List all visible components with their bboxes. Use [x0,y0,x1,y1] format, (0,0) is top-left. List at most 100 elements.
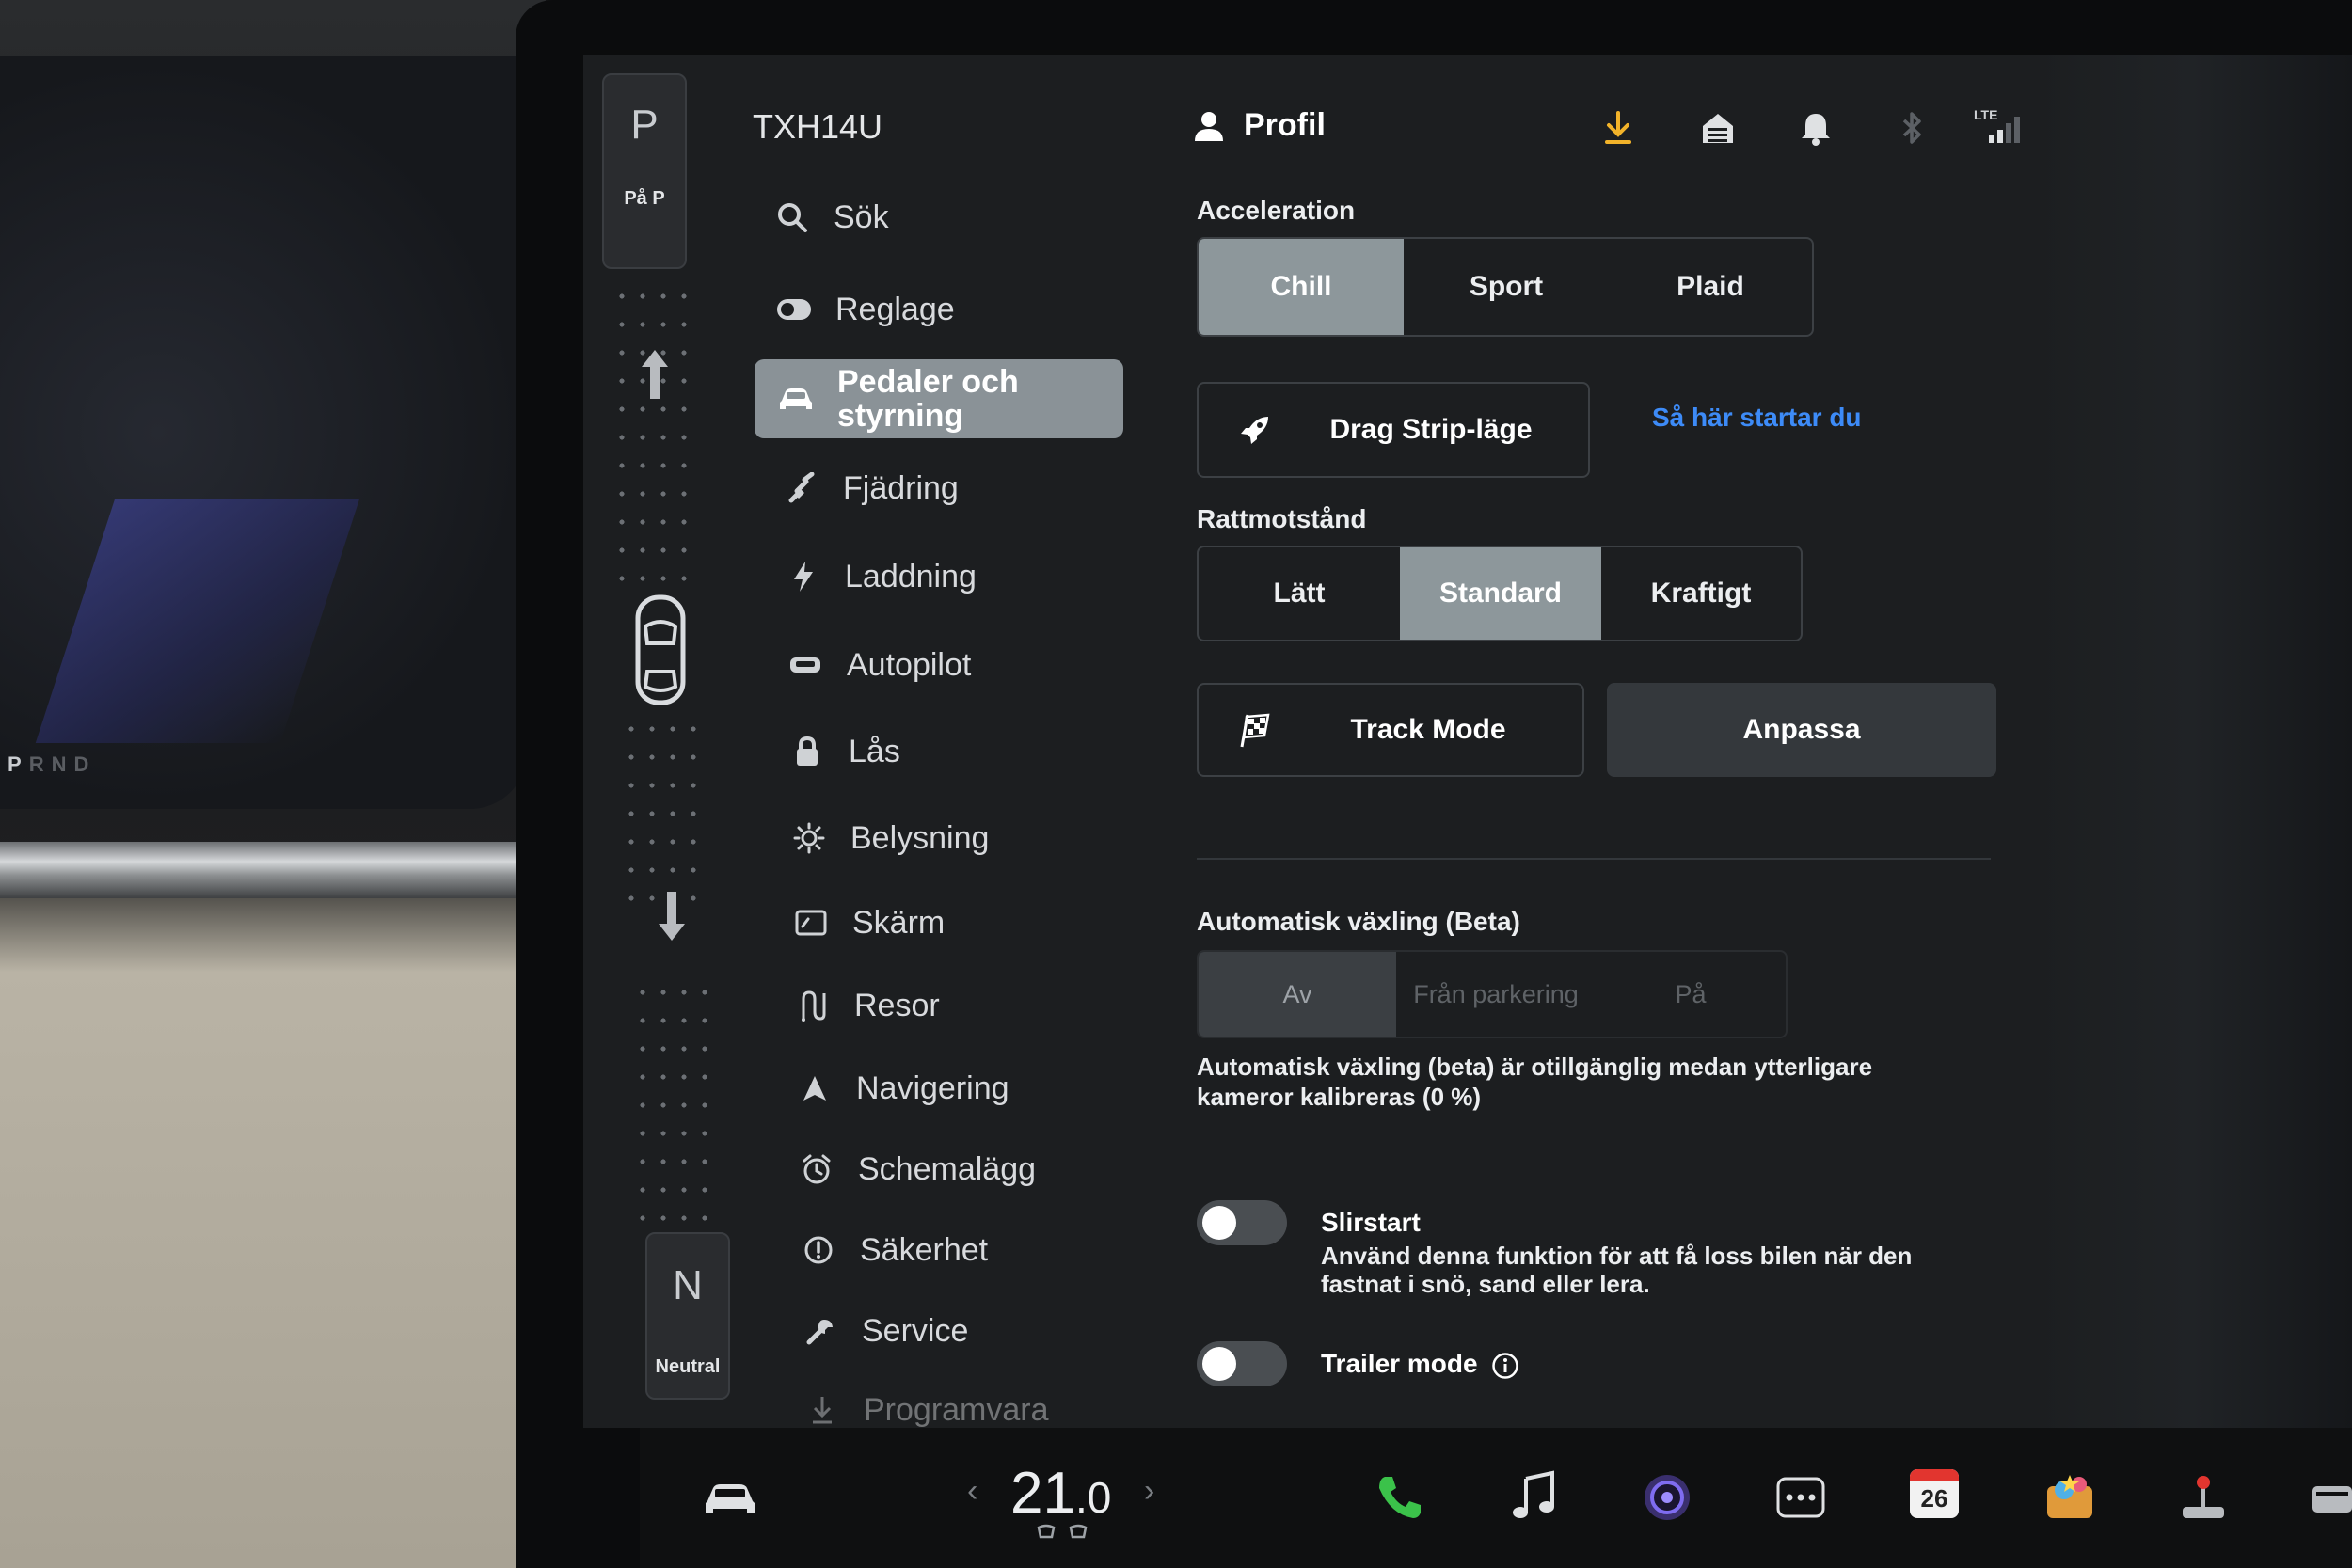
temp-decrease-button[interactable]: ‹ [967,1473,977,1510]
sidebar-item-locks[interactable]: Lås [787,719,900,784]
gear-drag-track-top [612,282,696,583]
sidebar-item-label: Skärm [852,904,946,941]
sidebar-item-label: Reglage [835,291,955,327]
cabin-temperature[interactable]: 21.0 [1010,1460,1111,1527]
calendar-day: 26 [1920,1484,1948,1513]
calendar-icon[interactable]: 26 [1910,1469,1959,1518]
display-icon [790,902,832,943]
drag-strip-button[interactable]: Drag Strip-läge [1197,382,1590,478]
auto-shift-option-off[interactable]: Av [1199,952,1396,1037]
acceleration-selector: Chill Sport Plaid [1197,237,1814,337]
sidebar-item-trips[interactable]: Resor [792,973,940,1038]
sidebar-item-autopilot[interactable]: Autopilot [785,632,971,698]
sidebar-item-service[interactable]: Service [800,1298,968,1364]
music-note-icon[interactable] [1505,1469,1562,1526]
car-top-view-icon[interactable] [632,594,689,705]
sidebar-item-search[interactable]: Sök [771,184,889,250]
sidebar-item-schedule[interactable]: Schemalägg [796,1136,1036,1202]
arrow-up-icon [636,346,674,403]
auto-shift-title: Automatisk växling (Beta) [1197,907,1520,936]
steering-selector: Lätt Standard Kraftigt [1197,546,1803,641]
sidebar-item-navigation[interactable]: Navigering [794,1055,1009,1121]
rocket-icon [1236,411,1274,449]
gear-park-status: På P [624,188,665,209]
sidebar-item-display[interactable]: Skärm [790,890,945,956]
toggle-icon [773,289,815,330]
sidebar-item-label: Belysning [850,819,990,856]
more-apps-icon[interactable] [1772,1469,1829,1526]
auto-shift-option-on[interactable]: På [1596,952,1786,1037]
steering-option-standard[interactable]: Standard [1400,547,1601,640]
cluster-prnd-rest: RND [28,752,97,776]
search-icon [771,197,813,238]
sidebar-item-pedals-steering[interactable]: Pedaler och styrning [755,359,1123,438]
steering-option-heavy[interactable]: Kraftigt [1601,547,1801,640]
section-divider [1197,858,1991,860]
how-to-start-link[interactable]: Så här startar du [1652,403,1862,433]
temperature-whole: 21 [1010,1461,1075,1526]
phone-icon[interactable] [1372,1469,1428,1526]
seat-heater-icon[interactable] [1035,1522,1091,1544]
temp-increase-button[interactable]: › [1144,1473,1154,1510]
acceleration-option-chill[interactable]: Chill [1199,239,1404,335]
slip-start-title: Slirstart [1321,1208,1421,1237]
sidebar-item-lighting[interactable]: Belysning [788,805,989,871]
sidebar-item-label: Laddning [845,558,977,594]
navigation-arrow-icon [794,1068,835,1109]
auto-shift-option-from-park[interactable]: Från parkering [1396,952,1596,1037]
steering-option-light[interactable]: Lätt [1199,547,1400,640]
download-icon[interactable] [1599,109,1637,147]
sidebar-item-label: Säkerhet [860,1231,989,1268]
gear-park-letter: P [630,102,659,148]
auto-shift-selector: Av Från parkering På [1197,950,1788,1038]
profile-button[interactable]: Profil [1193,107,1326,144]
calendar-header [1910,1469,1959,1481]
sidebar-item-charging[interactable]: Laddning [783,544,977,610]
user-icon [1193,110,1225,142]
sidebar-item-label: Schemalägg [858,1150,1037,1187]
dashcam-icon[interactable] [2309,1469,2352,1526]
acceleration-option-plaid[interactable]: Plaid [1609,239,1812,335]
car-icon[interactable] [702,1469,758,1526]
customize-button[interactable]: Anpassa [1607,683,1996,777]
alert-circle-icon [798,1229,839,1271]
sidebar-item-label: Service [862,1312,969,1349]
gear-park-button[interactable]: P På P [602,73,687,269]
sidebar-item-label: Resor [854,987,940,1023]
trailer-mode-toggle[interactable] [1197,1341,1287,1386]
slip-start-toggle[interactable] [1197,1200,1287,1245]
track-mode-button[interactable]: Track Mode [1197,683,1584,777]
sun-icon [788,817,830,859]
homelink-garage-icon[interactable] [1699,109,1737,147]
camera-icon[interactable] [1639,1469,1695,1526]
sidebar-item-safety[interactable]: Säkerhet [798,1217,988,1283]
trailer-mode-title-row: Trailer mode [1321,1349,1519,1380]
gear-neutral-letter: N [673,1262,703,1308]
sidebar-item-label: Programvara [864,1391,1049,1428]
checkered-flag-icon [1236,711,1274,749]
gear-drag-track-bottom [632,978,717,1223]
drag-strip-label: Drag Strip-läge [1329,414,1533,445]
cluster-light-beam [35,499,360,743]
download-icon [802,1389,843,1431]
dashboard-chrome-trim [0,842,546,898]
bluetooth-icon[interactable] [1893,109,1931,147]
steering-title: Rattmotstånd [1197,504,1367,533]
acceleration-option-sport[interactable]: Sport [1404,239,1609,335]
sidebar-item-label: Pedaler och styrning [837,364,1019,434]
route-icon [792,985,834,1026]
sidebar-item-suspension[interactable]: Fjädring [781,455,959,521]
joystick-arcade-icon[interactable] [2175,1469,2232,1526]
toybox-icon[interactable] [2042,1469,2098,1526]
lock-icon [787,731,828,772]
gear-neutral-button[interactable]: N Neutral [645,1232,730,1400]
gear-drag-track-middle [621,715,706,903]
toggle-knob [1202,1347,1236,1381]
sidebar-item-label: Navigering [856,1069,1009,1106]
car-icon [775,378,817,420]
bell-icon[interactable] [1797,109,1835,147]
auto-shift-note: Automatisk växling (beta) är otillgängli… [1197,1053,1873,1111]
info-icon[interactable] [1491,1352,1519,1380]
sidebar-item-controls[interactable]: Reglage [773,277,955,342]
toggle-knob [1202,1206,1236,1240]
